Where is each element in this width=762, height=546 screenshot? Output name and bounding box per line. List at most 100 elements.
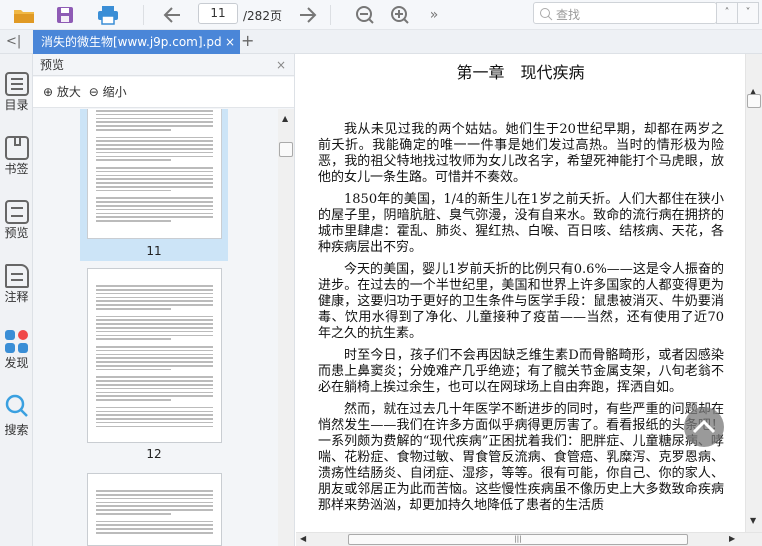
thumbnail-text-line xyxy=(96,170,213,173)
thumbnail-text-line xyxy=(96,330,213,333)
collapse-sidebar-button[interactable]: <| xyxy=(6,34,21,49)
thumbnail-text-line xyxy=(96,129,171,131)
thumbnail-text-line xyxy=(96,125,213,127)
preview-header: 预览 × xyxy=(33,54,294,76)
document-view: 第一章 现代疾病 我从未见过我的两个姑姑。她们生于20世纪早期，却都在两岁之前夭… xyxy=(296,54,745,532)
thumbnail-text-line xyxy=(96,117,213,120)
thumbnail-page-13[interactable] xyxy=(87,473,222,546)
scroll-thumb[interactable] xyxy=(747,94,761,108)
scroll-left-arrow[interactable]: ◀ xyxy=(300,534,306,543)
thumbnail-list: 11 12 xyxy=(33,109,278,546)
total-pages: /282页 xyxy=(243,9,282,23)
document-body: 我从未见过我的两个姑姑。她们生于20世纪早期，却都在两岁之前夭折。我能确定的唯一… xyxy=(318,122,724,514)
close-preview-icon[interactable]: × xyxy=(276,54,286,76)
thumbnail-text-line xyxy=(96,148,213,150)
thumbnail-text-line xyxy=(96,520,213,523)
save-icon[interactable] xyxy=(53,3,77,27)
thumbnail-text-line xyxy=(96,285,213,287)
search-icon xyxy=(5,394,28,417)
thumbnail-text-line xyxy=(96,151,213,154)
print-icon[interactable] xyxy=(96,3,120,27)
left-rail: 目录 书签 预览 注释 发现 搜索 xyxy=(0,54,33,546)
thumbnail-text-line xyxy=(96,327,213,329)
thumbnail-text-line xyxy=(96,406,213,409)
thumbnail-text-line xyxy=(96,368,171,371)
thumbnail-label: 11 xyxy=(146,244,162,258)
thumbnail-text-line xyxy=(96,155,213,158)
preview-zoom-out-button[interactable]: ⊖ 缩小 xyxy=(89,85,127,99)
thumbnail-text-line xyxy=(96,186,213,188)
thumbnail-text-line xyxy=(96,414,213,416)
scroll-right-arrow[interactable]: ▶ xyxy=(729,534,735,543)
rail-item-annotations[interactable]: 注释 xyxy=(0,264,33,305)
thumbnail-text-line xyxy=(96,182,213,184)
thumbnail-text-line xyxy=(96,323,213,325)
thumbnail-text-line xyxy=(96,300,213,302)
thumbnail-text-line xyxy=(96,346,213,348)
rail-item-search[interactable]: 搜索 xyxy=(0,394,33,438)
preview-zoom-in-button[interactable]: ⊕ 放大 xyxy=(43,85,81,99)
thumbnail-text-line xyxy=(96,410,213,413)
thumbnail-text-line xyxy=(96,403,213,405)
preview-scrollbar[interactable]: ▲ xyxy=(278,109,294,546)
thumbnail-text-line xyxy=(96,216,213,218)
close-tab-icon[interactable]: × xyxy=(225,30,235,54)
thumbnail-text-line xyxy=(96,304,213,306)
thumbnail-text-line xyxy=(96,208,213,211)
thumbnail-page-12[interactable] xyxy=(87,268,222,443)
thumbnail-text-line xyxy=(96,315,213,318)
rail-item-contents[interactable]: 目录 xyxy=(0,72,33,113)
thumbnail-text-line xyxy=(96,357,213,359)
chapter-title: 第一章 现代疾病 xyxy=(456,63,585,82)
thumbnail-text-line xyxy=(96,220,171,222)
thumbnail-page-11[interactable] xyxy=(87,109,222,239)
thumbnail-text-line xyxy=(96,353,213,356)
vertical-scrollbar[interactable]: ▲ ▼ xyxy=(745,54,762,532)
rail-item-preview[interactable]: 预览 xyxy=(0,200,33,241)
thumbnail-text-line xyxy=(96,365,213,367)
thumbnail-text-line xyxy=(96,532,213,534)
preview-zoom-row: ⊕ 放大 ⊖ 缩小 xyxy=(33,77,294,108)
zoom-in-icon[interactable] xyxy=(388,3,412,27)
thumbnail-text-line xyxy=(96,194,213,196)
zoom-out-icon[interactable] xyxy=(353,3,377,27)
open-folder-icon[interactable] xyxy=(12,3,36,27)
search-icon xyxy=(540,8,553,21)
paragraph: 然而，就在过去几十年医学不断进步的同时，有些严重的问题却在悄然发生——我们在许多… xyxy=(318,402,724,513)
thumbnail-text-line xyxy=(96,501,213,504)
thumbnail-text-line xyxy=(96,292,213,295)
thumbnail-text-line xyxy=(96,308,171,310)
tab-bar: <| 消失的微生物[www.j9p.com].pdf × + xyxy=(0,30,762,54)
thumbnail-text-line xyxy=(96,387,213,390)
thumbnail-text-line xyxy=(96,189,171,192)
tab-document[interactable]: 消失的微生物[www.j9p.com].pdf × xyxy=(33,30,240,54)
page-number-input[interactable]: 11 xyxy=(198,3,238,24)
thumbnail-text-line xyxy=(96,376,213,378)
next-page-icon[interactable] xyxy=(296,3,320,27)
more-tools-button[interactable]: » xyxy=(422,3,446,27)
rail-item-discover[interactable]: 发现 xyxy=(0,330,33,371)
scroll-down-arrow[interactable]: ▼ xyxy=(750,516,756,525)
new-tab-button[interactable]: + xyxy=(241,31,254,50)
horizontal-scrollbar[interactable]: ◀ ||| ▶ xyxy=(296,532,762,546)
paragraph: 我从未见过我的两个姑姑。她们生于20世纪早期，却都在两岁之前夭折。我能确定的唯一… xyxy=(318,122,724,185)
thumbnail-text-line xyxy=(96,490,213,492)
thumbnail-text-line xyxy=(96,136,213,139)
thumbnail-text-line xyxy=(96,159,171,161)
back-to-top-button[interactable] xyxy=(684,407,724,447)
search-input[interactable]: 查找 xyxy=(533,2,717,24)
previous-page-icon[interactable] xyxy=(160,3,184,27)
thumbnail-text-line xyxy=(96,513,171,515)
thumbnail-text-line xyxy=(96,140,213,142)
thumbnail-text-line xyxy=(96,319,213,321)
rail-item-bookmarks[interactable]: 书签 xyxy=(0,136,33,177)
thumbnail-text-line xyxy=(96,391,213,394)
thumbnail-text-line xyxy=(96,113,213,116)
thumbnail-text-line xyxy=(96,224,213,226)
thumbnail-text-line xyxy=(96,524,213,526)
scroll-thumb[interactable]: ||| xyxy=(348,534,688,545)
thumbnail-text-line xyxy=(96,373,213,375)
search-previous-button[interactable]: ˄ xyxy=(716,2,738,24)
apps-icon xyxy=(4,330,29,354)
search-next-button[interactable]: ˅ xyxy=(737,2,759,24)
